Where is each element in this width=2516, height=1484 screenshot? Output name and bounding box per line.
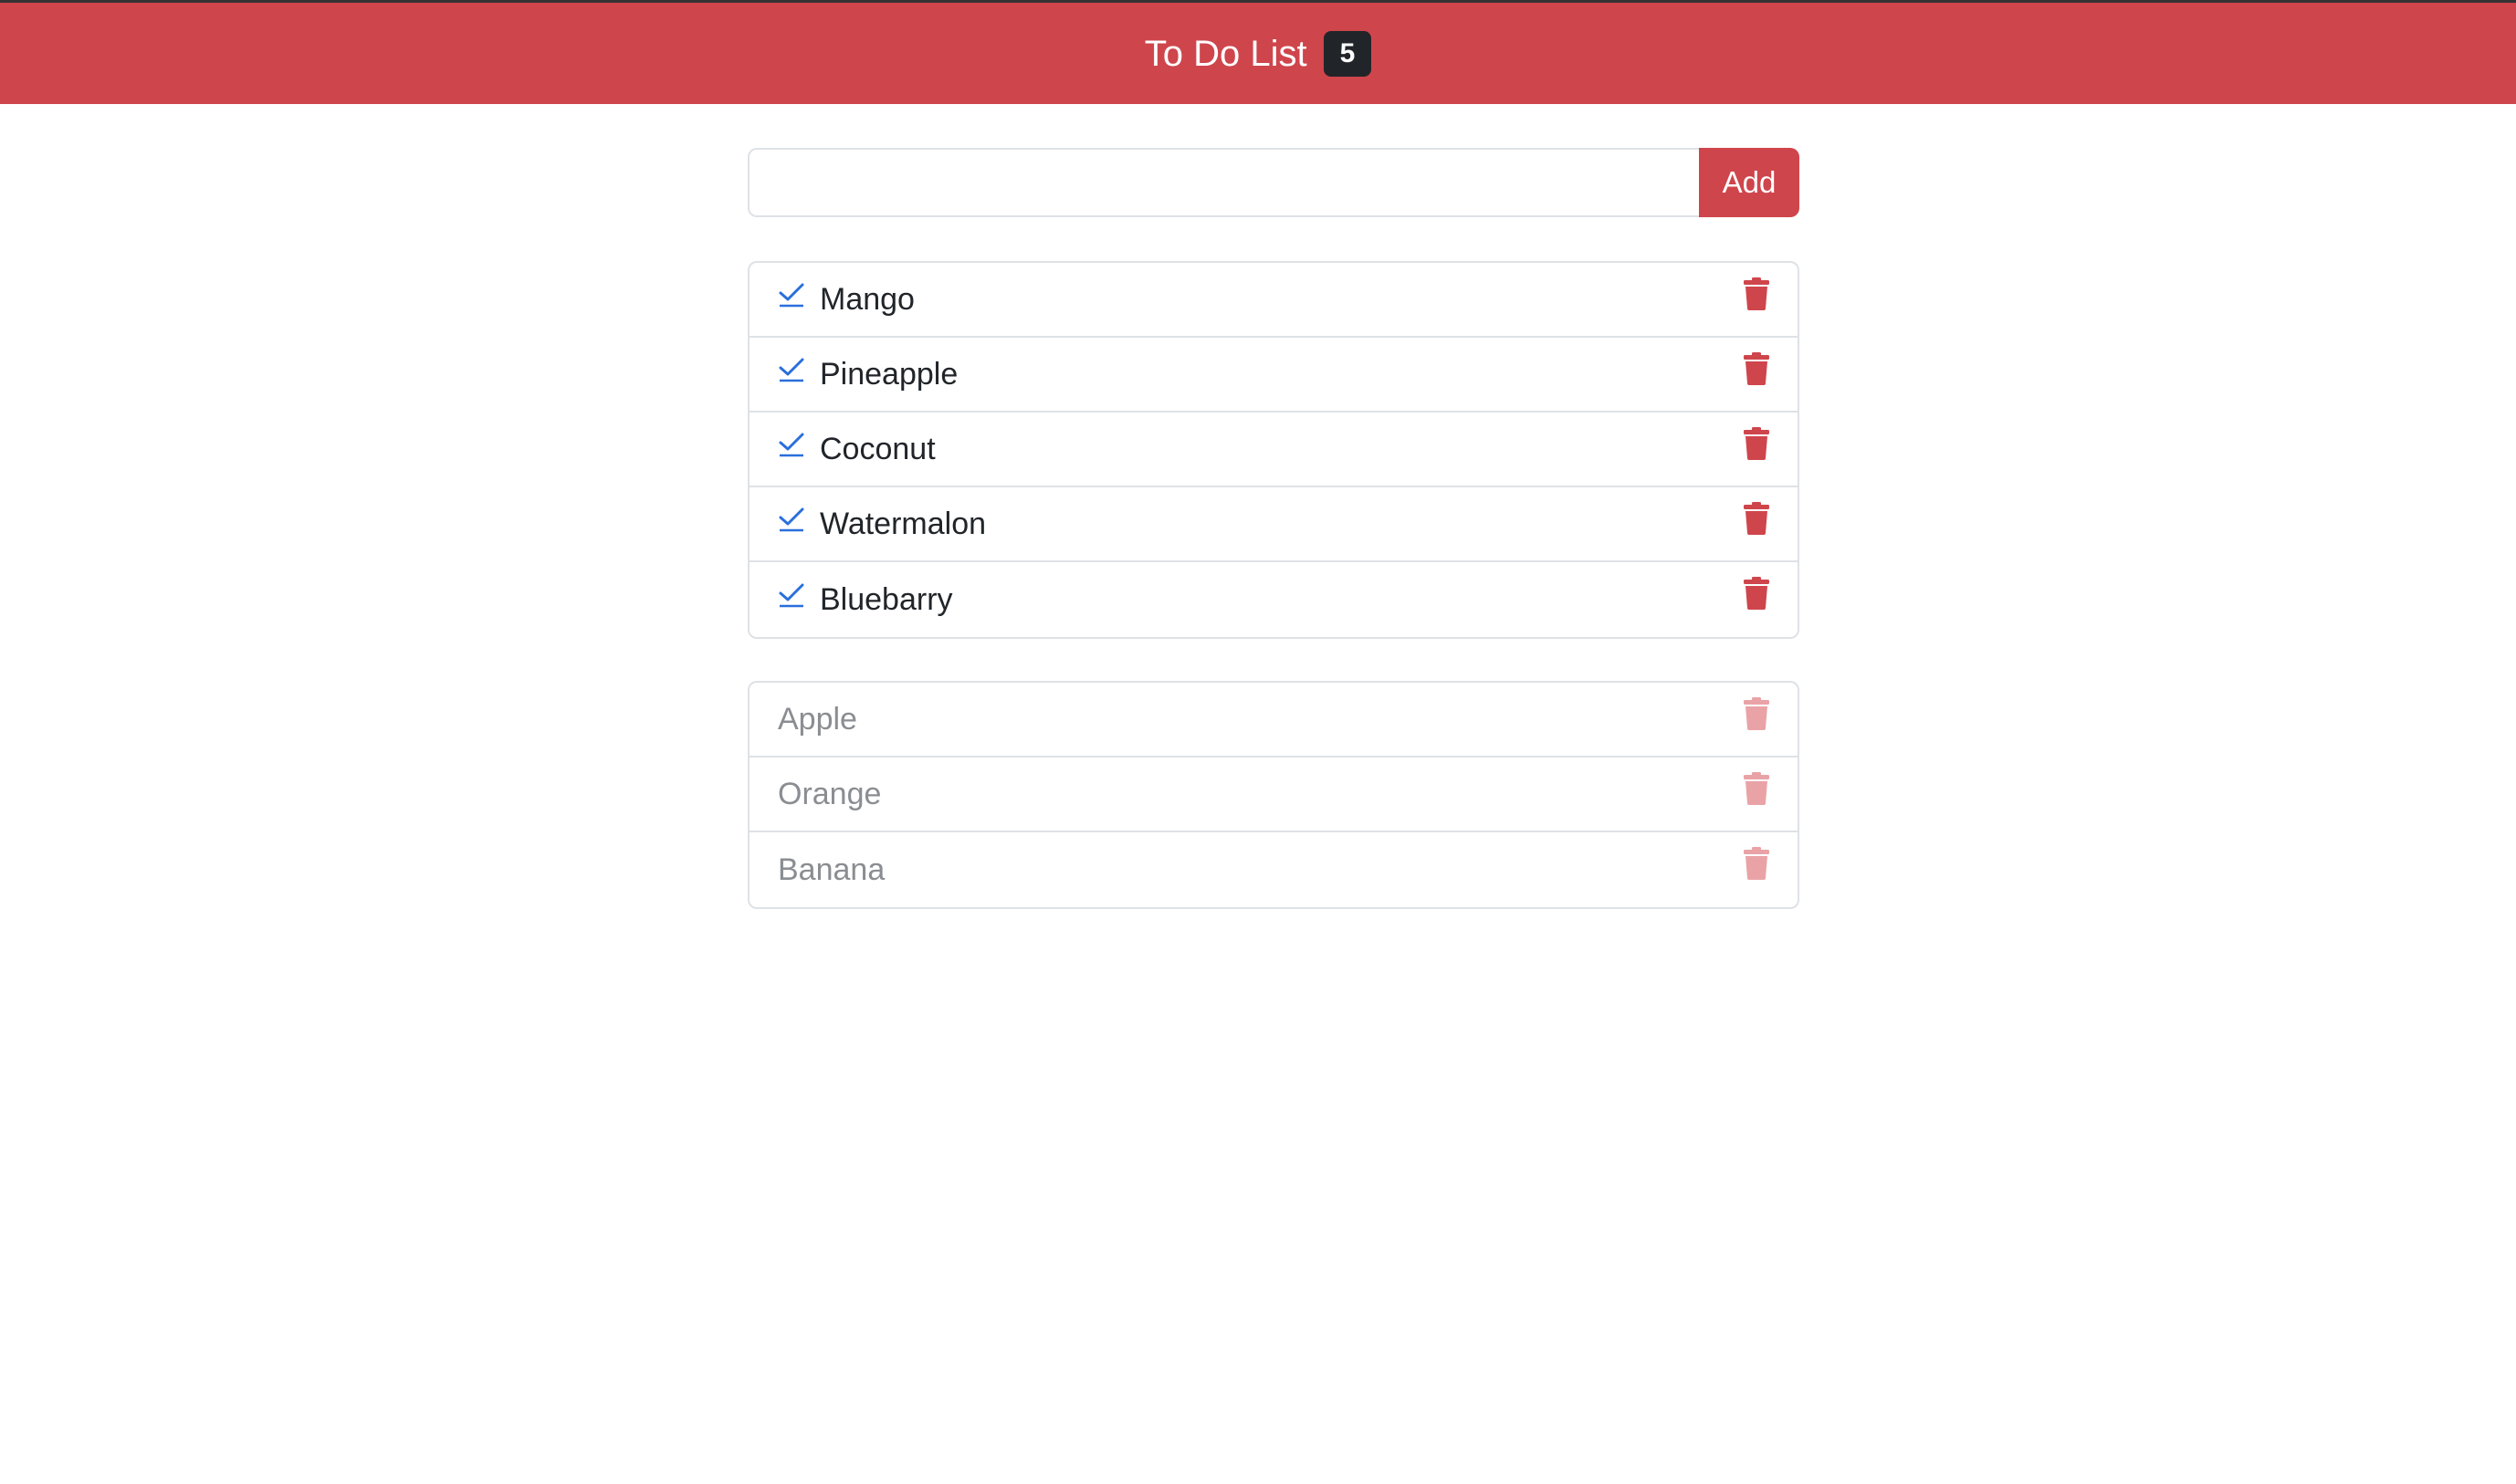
list-item: Orange <box>750 758 1798 832</box>
add-button[interactable]: Add <box>1699 148 1799 217</box>
trash-icon[interactable] <box>1743 277 1770 310</box>
trash-icon[interactable] <box>1743 502 1770 535</box>
page-title: To Do List <box>1144 33 1307 74</box>
check-icon[interactable] <box>778 356 805 383</box>
trash-icon[interactable] <box>1743 577 1770 610</box>
task-input[interactable] <box>748 148 1699 217</box>
add-task-form: Add <box>748 148 1799 217</box>
item-label: Banana <box>778 852 886 887</box>
trash-icon[interactable] <box>1743 847 1770 880</box>
active-task-list: Mango Pineapple Coconut Watermalon Bluebarry <box>748 261 1799 639</box>
item-label: Coconut <box>820 431 936 466</box>
completed-task-list: Apple Orange Banana <box>748 681 1799 909</box>
check-icon[interactable] <box>778 581 805 609</box>
list-item: Watermalon <box>750 487 1798 562</box>
item-label: Pineapple <box>820 356 959 392</box>
list-item: Apple <box>750 683 1798 758</box>
check-icon[interactable] <box>778 506 805 533</box>
list-item: Banana <box>750 832 1798 907</box>
list-item: Pineapple <box>750 338 1798 413</box>
trash-icon[interactable] <box>1743 772 1770 805</box>
trash-icon[interactable] <box>1743 427 1770 460</box>
list-item: Coconut <box>750 413 1798 487</box>
list-item: Mango <box>750 263 1798 338</box>
trash-icon[interactable] <box>1743 697 1770 730</box>
item-label: Mango <box>820 281 915 317</box>
list-item: Bluebarry <box>750 562 1798 637</box>
check-icon[interactable] <box>778 281 805 308</box>
item-label: Watermalon <box>820 506 987 541</box>
item-label: Orange <box>778 776 882 811</box>
header-bar: To Do List 5 <box>0 0 2516 104</box>
count-badge: 5 <box>1323 30 1372 77</box>
item-label: Bluebarry <box>820 581 953 617</box>
trash-icon[interactable] <box>1743 352 1770 385</box>
check-icon[interactable] <box>778 431 805 458</box>
item-label: Apple <box>778 701 857 737</box>
